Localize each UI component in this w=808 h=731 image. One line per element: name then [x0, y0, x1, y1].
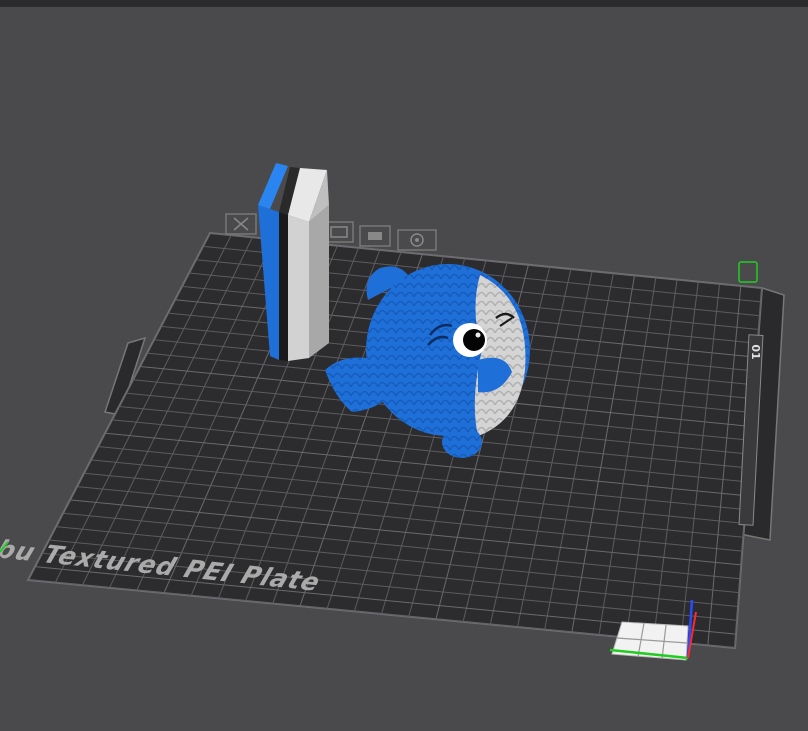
plate-corner-marker [738, 261, 758, 283]
top-toolbar-edge [0, 0, 808, 7]
close-icon[interactable] [225, 213, 257, 235]
prime-tower[interactable] [258, 163, 329, 361]
lock-icon[interactable] [359, 225, 391, 247]
settings-icon[interactable] [397, 229, 437, 251]
orient-icon[interactable] [324, 221, 354, 243]
eye-icon [453, 323, 487, 357]
3d-viewport[interactable]: 01 Bambu Textured PEI Plate [0, 7, 808, 731]
plate-number: 01 [749, 344, 762, 359]
